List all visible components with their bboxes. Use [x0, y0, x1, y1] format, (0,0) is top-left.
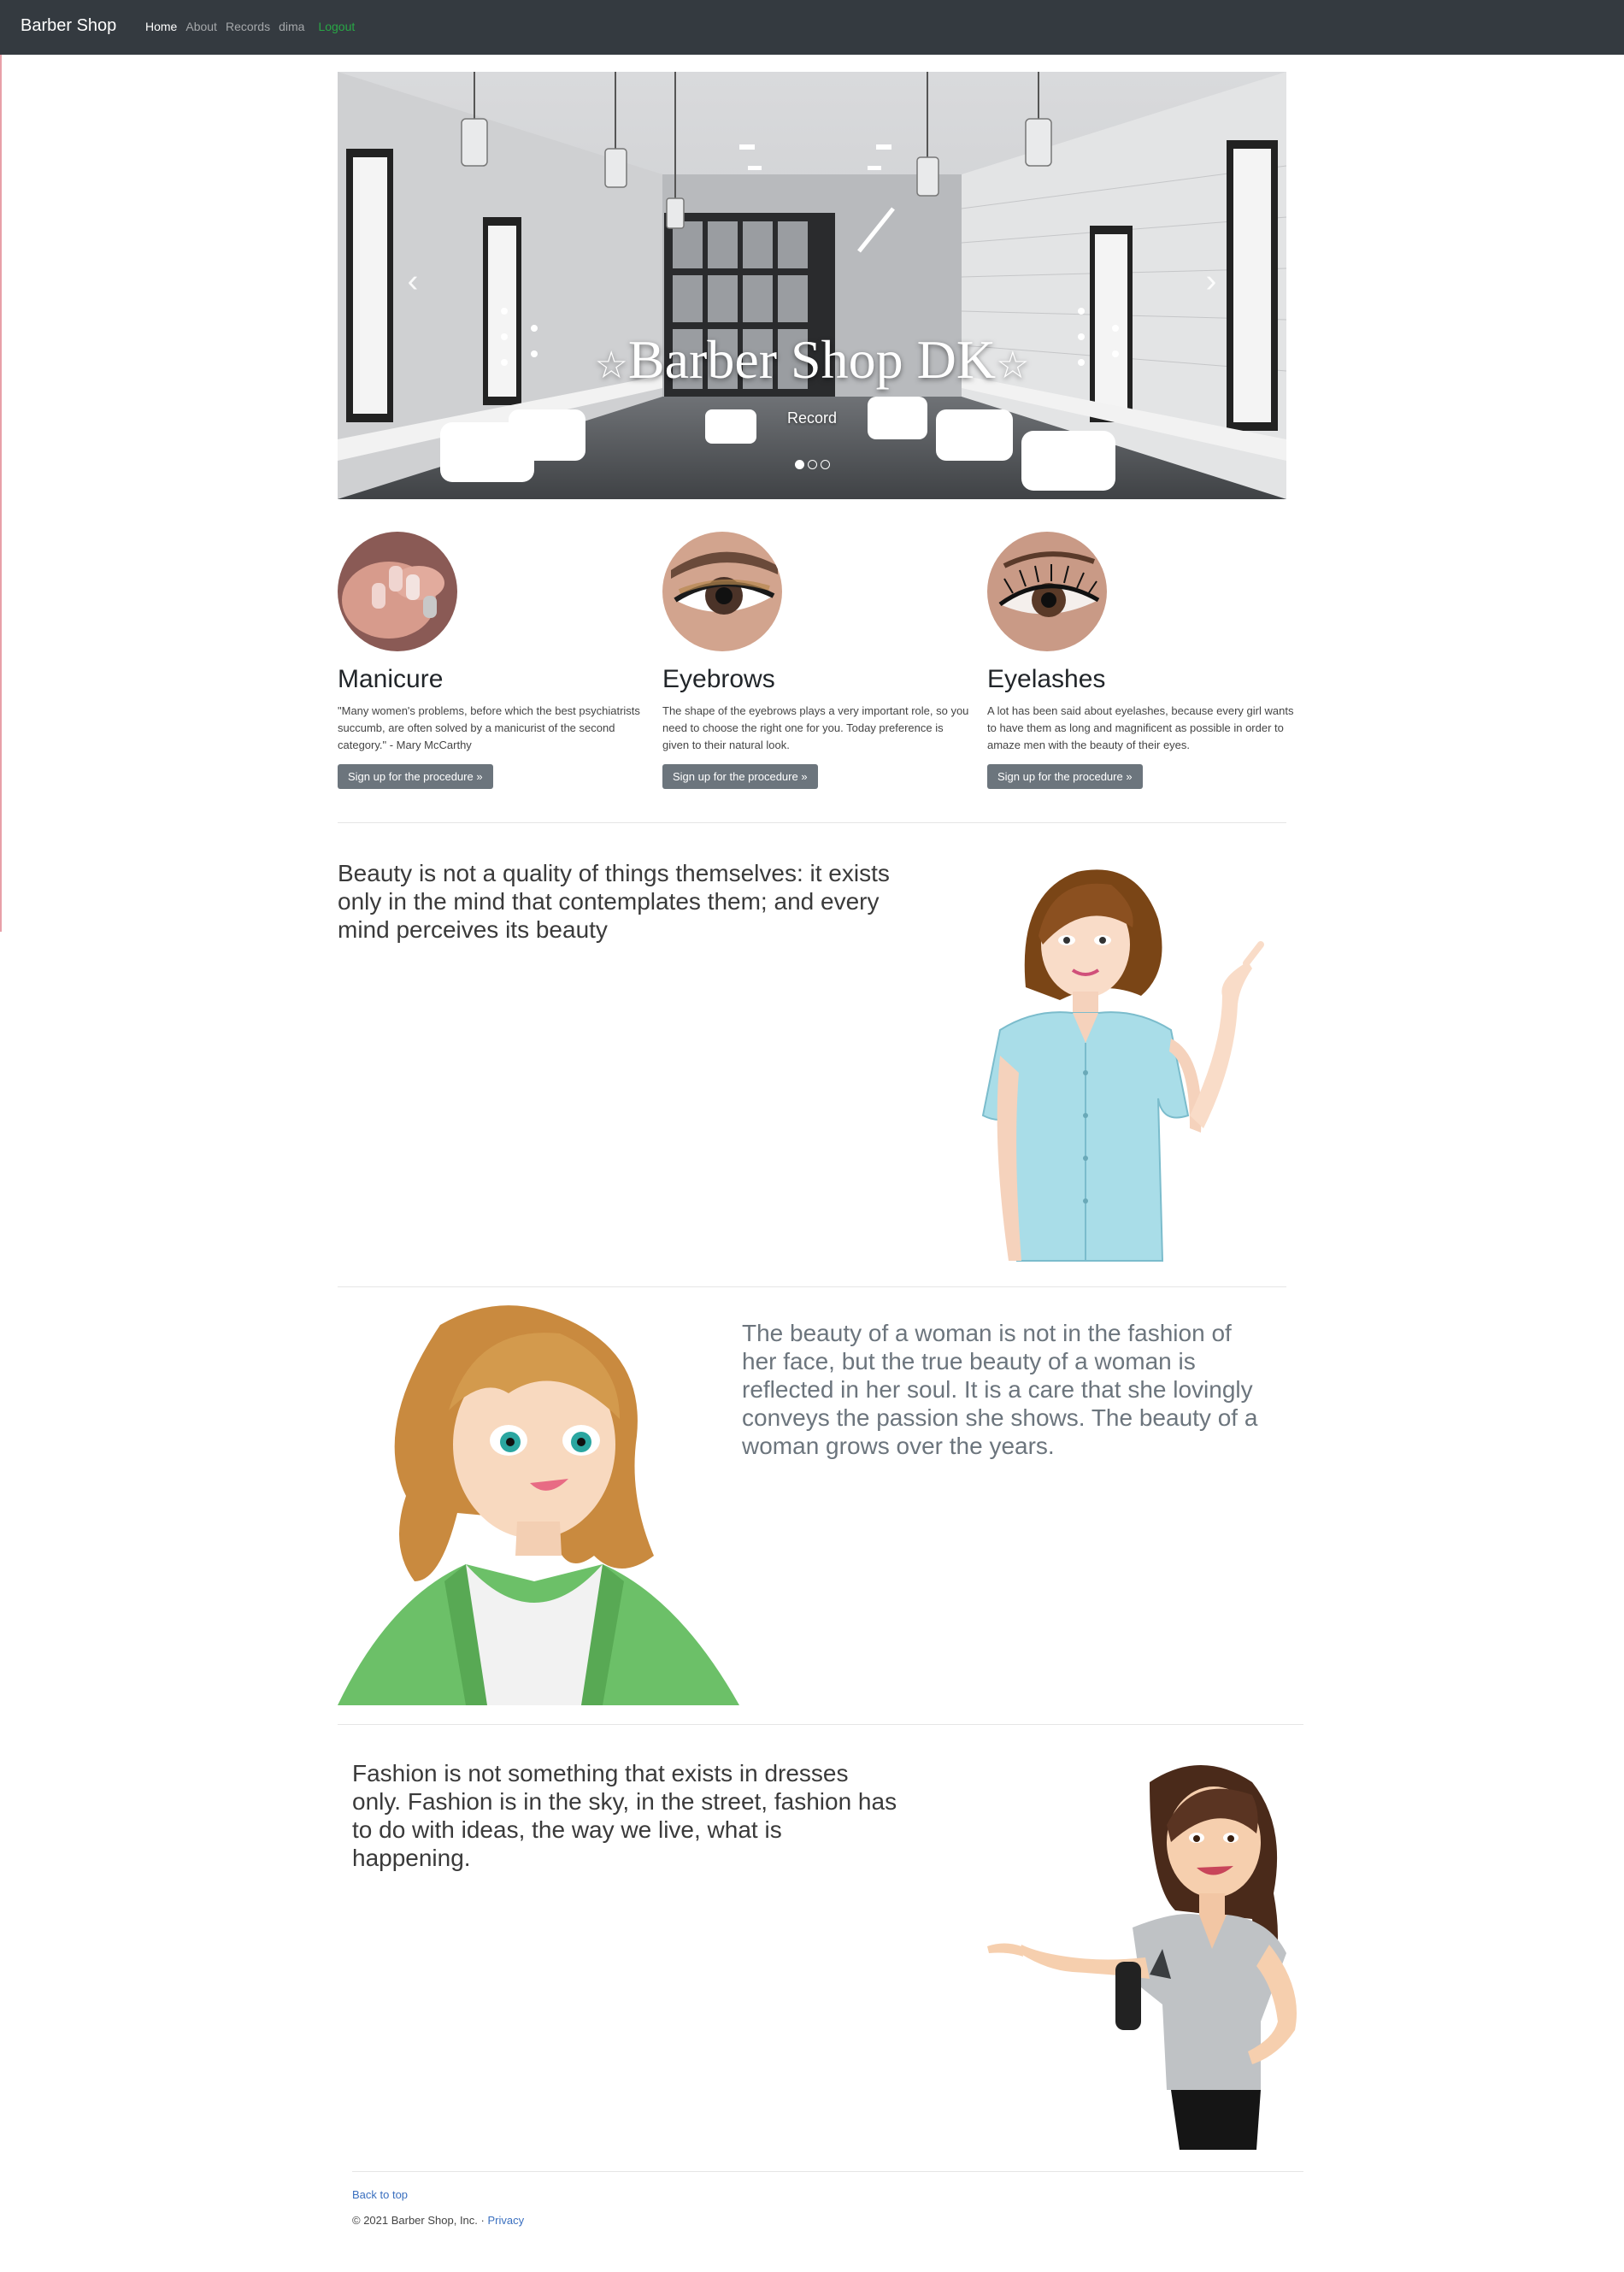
divider — [338, 1286, 1286, 1287]
feature-quote-1: Beauty is not a quality of things themse… — [338, 860, 890, 943]
feature-quote-2: The beauty of a woman is not in the fash… — [742, 1320, 1258, 1459]
copyright-text: © 2021 Barber Shop, Inc. · — [352, 2214, 485, 2227]
service-eyelashes: Eyelashes A lot has been said about eyel… — [987, 532, 1295, 789]
privacy-link[interactable]: Privacy — [487, 2214, 524, 2227]
star-icon: ☆ — [594, 343, 628, 387]
divider — [338, 822, 1286, 823]
brand-link[interactable]: Barber Shop — [21, 16, 116, 36]
carousel-title-text: Barber Shop DK — [627, 329, 997, 390]
signup-procedure-button[interactable]: Sign up for the procedure » — [338, 764, 493, 789]
service-description: A lot has been said about eyelashes, bec… — [987, 704, 1294, 751]
feature-quote-3: Fashion is not something that exists in … — [352, 1760, 897, 1871]
carousel-indicator-1[interactable] — [795, 460, 804, 469]
navbar: Barber Shop Home About Records dima Logo… — [0, 0, 1624, 55]
divider — [338, 1724, 1303, 1725]
back-to-top-link[interactable]: Back to top — [352, 2188, 408, 2201]
woman-pointing-illustration — [966, 859, 1291, 1274]
nav-about[interactable]: About — [185, 20, 217, 33]
carousel-record-link[interactable]: Record — [338, 409, 1286, 427]
service-description: "Many women's problems, before which the… — [338, 704, 640, 751]
eyebrows-image — [662, 532, 782, 651]
service-title: Manicure — [338, 665, 444, 693]
service-title: Eyelashes — [987, 665, 1106, 693]
salon-interior-image — [338, 72, 1286, 499]
service-description: The shape of the eyebrows plays a very i… — [662, 704, 969, 751]
service-title: Eyebrows — [662, 665, 775, 693]
signup-procedure-button[interactable]: Sign up for the procedure » — [987, 764, 1143, 789]
carousel-next-button[interactable]: › — [1194, 264, 1228, 298]
woman-green-jacket-illustration — [338, 1299, 739, 1710]
eyelashes-image — [987, 532, 1107, 651]
copyright: © 2021 Barber Shop, Inc. · Privacy — [352, 2214, 524, 2227]
signup-procedure-button[interactable]: Sign up for the procedure » — [662, 764, 818, 789]
carousel-indicators — [795, 460, 830, 469]
divider — [352, 2171, 1303, 2172]
carousel-indicator-2[interactable] — [808, 460, 817, 469]
nav-records[interactable]: Records — [226, 20, 270, 33]
manicure-image — [338, 532, 457, 651]
service-manicure: Manicure "Many women's problems, before … — [338, 532, 645, 789]
nav-user[interactable]: dima — [279, 20, 304, 33]
star-icon: ☆ — [996, 343, 1030, 387]
nav-links: Home About Records dima Logout — [145, 20, 355, 33]
service-eyebrows: Eyebrows The shape of the eyebrows plays… — [662, 532, 970, 789]
page-edge-line — [0, 0, 2, 932]
carousel-indicator-3[interactable] — [821, 460, 830, 469]
nav-logout[interactable]: Logout — [318, 20, 355, 33]
hero-carousel: ‹ › ☆Barber Shop DK☆ Record — [338, 72, 1286, 499]
carousel-prev-button[interactable]: ‹ — [396, 264, 430, 298]
carousel-title: ☆Barber Shop DK☆ — [338, 328, 1286, 391]
nav-home[interactable]: Home — [145, 20, 177, 33]
woman-presenting-illustration — [979, 1748, 1312, 2163]
